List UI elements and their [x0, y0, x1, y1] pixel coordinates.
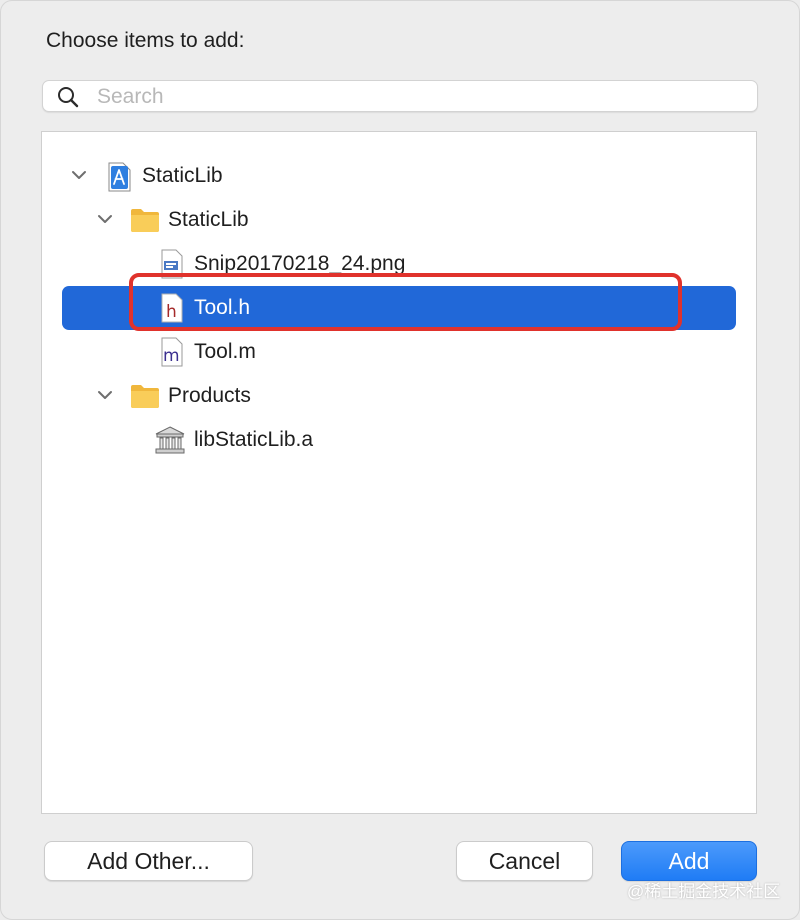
library-icon [155, 426, 185, 454]
source-file-icon: m [161, 337, 183, 367]
tree-row-file[interactable]: libStaticLib.a [62, 418, 736, 462]
add-button[interactable]: Add [621, 841, 757, 881]
search-icon [58, 87, 79, 108]
tree-row-label: StaticLib [168, 208, 249, 231]
chevron-down-icon[interactable] [96, 212, 114, 226]
header-file-icon: h [161, 293, 183, 323]
dialog-prompt: Choose items to add: [46, 29, 245, 52]
tree-row-label: Snip20170218_24.png [194, 252, 406, 275]
file-tree[interactable]: StaticLib StaticLib Snip20170218_24.png [41, 131, 757, 814]
tree-row-label: Products [168, 384, 251, 407]
image-file-icon [161, 249, 183, 279]
cancel-button[interactable]: Cancel [456, 841, 593, 881]
tree-row-file-selected[interactable]: h Tool.h [62, 286, 736, 330]
watermark: @稀土掘金技术社区 [627, 882, 781, 901]
svg-text:m: m [163, 346, 180, 366]
chevron-down-icon[interactable] [70, 168, 88, 182]
search-input[interactable] [95, 84, 739, 110]
tree-row-folder[interactable]: Products [62, 374, 736, 418]
svg-text:h: h [166, 302, 177, 322]
chevron-down-icon[interactable] [96, 388, 114, 402]
add-other-button[interactable]: Add Other... [44, 841, 253, 881]
tree-row-label: libStaticLib.a [194, 428, 314, 451]
add-files-dialog: Choose items to add: StaticLib [0, 0, 800, 920]
tree-row-label: Tool.h [194, 296, 251, 319]
tree-row-project[interactable]: StaticLib [62, 154, 736, 198]
search-field[interactable] [42, 80, 758, 112]
tree-row-folder[interactable]: StaticLib [62, 198, 736, 242]
folder-icon [131, 209, 159, 232]
tree-row-file[interactable]: m Tool.m [62, 330, 736, 374]
tree-row-label: Tool.m [194, 340, 256, 363]
tree-row-label: StaticLib [142, 164, 223, 187]
folder-icon [131, 385, 159, 408]
tree-row-file[interactable]: Snip20170218_24.png [62, 242, 736, 286]
xcode-project-icon [108, 162, 131, 192]
